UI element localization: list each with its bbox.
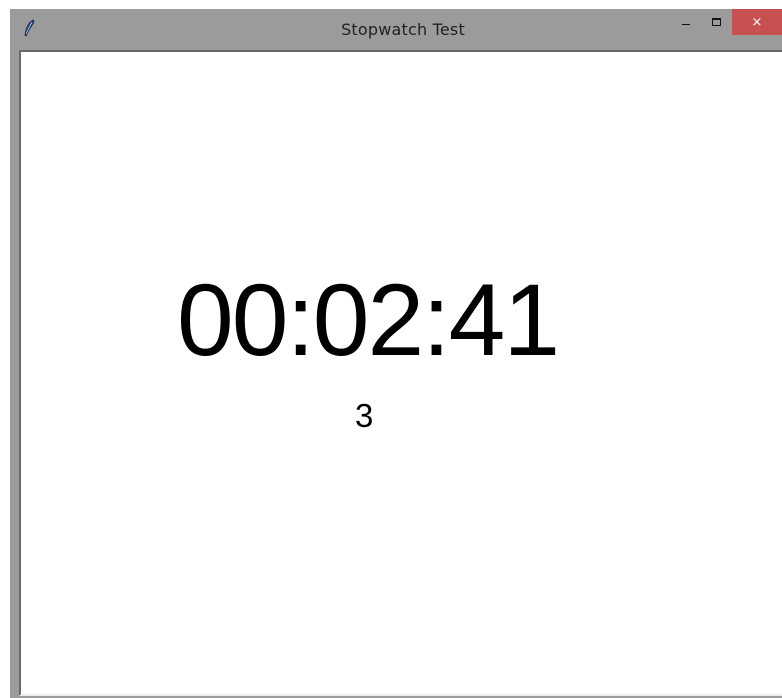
close-button[interactable]: ×: [732, 9, 782, 35]
title-bar[interactable]: Stopwatch Test ×: [10, 9, 782, 47]
window-title: Stopwatch Test: [341, 20, 465, 39]
stopwatch-canvas: 00:02:41 3: [21, 52, 782, 694]
minimize-icon: [681, 23, 690, 25]
minimize-button[interactable]: [669, 9, 702, 35]
content-frame: 00:02:41 3: [19, 50, 782, 696]
elapsed-time-display: 00:02:41: [177, 263, 560, 377]
close-icon: ×: [751, 14, 763, 30]
maximize-icon: [712, 18, 721, 26]
count-display: 3: [355, 397, 374, 434]
stopwatch-window: Stopwatch Test × 00:02:41 3: [10, 9, 782, 698]
maximize-button[interactable]: [700, 9, 733, 35]
